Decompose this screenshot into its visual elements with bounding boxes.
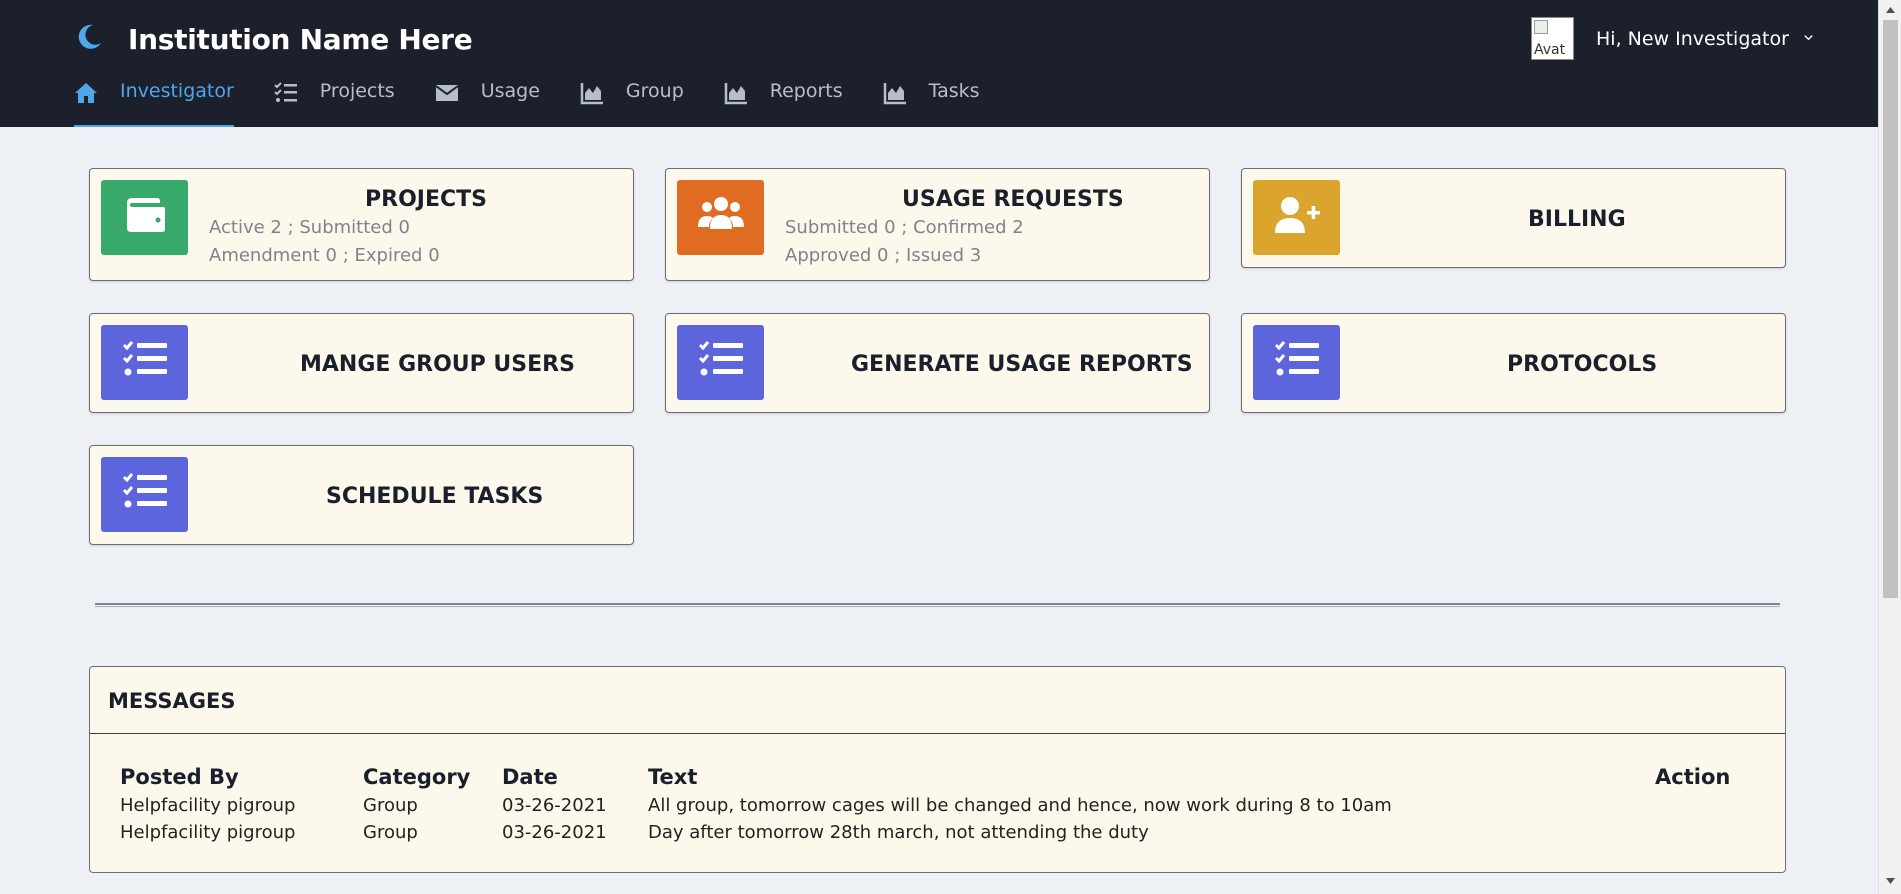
list-check-icon [119, 334, 171, 391]
usage-requests-card[interactable]: USAGE REQUESTS Submitted 0 ; Confirmed 2… [665, 168, 1210, 281]
nav-label: Usage [480, 80, 540, 102]
cell-date: 03-26-2021 [502, 822, 607, 843]
group-users-card[interactable]: MANGE GROUP USERS [89, 313, 634, 413]
nav-label: Projects [319, 80, 395, 102]
projects-status-line-1: Active 2 ; Submitted 0 [209, 217, 410, 238]
cell-text: All group, tomorrow cages will be change… [648, 795, 1392, 816]
billing-card[interactable]: BILLING [1241, 168, 1786, 268]
usage-requests-tile [677, 180, 764, 255]
cell-category: Group [363, 822, 418, 843]
nav-label: Tasks [928, 80, 980, 102]
user-greeting[interactable]: Hi, New Investigator [1596, 28, 1789, 50]
institution-name: Institution Name Here [128, 23, 473, 56]
card-title: GENERATE USAGE REPORTS [851, 352, 1193, 377]
table-header-row: Posted By Category Date Text Action [120, 765, 1770, 795]
section-divider [95, 603, 1780, 607]
area-chart-icon [724, 80, 770, 110]
messages-title: MESSAGES [90, 667, 1785, 734]
schedule-tasks-tile [101, 457, 188, 532]
card-title: SCHEDULE TASKS [326, 484, 544, 509]
scroll-thumb[interactable] [1883, 20, 1898, 598]
column-header-text: Text [648, 765, 698, 789]
nav-item-projects[interactable]: Projects [274, 80, 395, 127]
avatar[interactable]: Avat [1531, 17, 1574, 60]
chevron-down-icon[interactable] [1789, 30, 1814, 48]
area-chart-icon [883, 80, 929, 110]
column-header-date: Date [502, 765, 558, 789]
card-title: USAGE REQUESTS [902, 187, 1124, 212]
usage-reports-tile [677, 325, 764, 400]
protocols-card[interactable]: PROTOCOLS [1241, 313, 1786, 413]
billing-tile [1253, 180, 1340, 255]
checklist-icon [274, 80, 320, 110]
schedule-tasks-card[interactable]: SCHEDULE TASKS [89, 445, 634, 545]
envelope-icon [435, 80, 481, 110]
avatar-alt-text: Avat [1534, 42, 1566, 58]
main-nav: Investigator Projects Usage Group Report… [74, 80, 1020, 127]
cell-posted-by: Helpfacility pigroup [120, 822, 296, 843]
protocols-tile [1253, 325, 1340, 400]
users-icon [695, 189, 747, 246]
home-icon [74, 80, 120, 110]
projects-card[interactable]: PROJECTS Active 2 ; Submitted 0 Amendmen… [89, 168, 634, 281]
column-header-category: Category [363, 765, 471, 789]
cell-text: Day after tomorrow 28th march, not atten… [648, 822, 1149, 843]
group-users-tile [101, 325, 188, 400]
usage-status-line-2: Approved 0 ; Issued 3 [785, 245, 982, 266]
messages-table: Posted By Category Date Text Action Help… [120, 765, 1770, 849]
nav-item-investigator[interactable]: Investigator [74, 80, 234, 127]
page-scrollbar[interactable] [1878, 0, 1901, 894]
nav-item-usage[interactable]: Usage [435, 80, 540, 127]
list-check-icon [119, 466, 171, 523]
nav-label: Investigator [120, 80, 234, 102]
cell-date: 03-26-2021 [502, 795, 607, 816]
usage-status-line-1: Submitted 0 ; Confirmed 2 [785, 217, 1024, 238]
area-chart-icon [580, 80, 626, 110]
usage-reports-card[interactable]: GENERATE USAGE REPORTS [665, 313, 1210, 413]
wallet-icon [119, 189, 171, 246]
projects-status-line-2: Amendment 0 ; Expired 0 [209, 245, 440, 266]
scroll-down-arrow-icon[interactable] [1885, 877, 1896, 885]
card-title: MANGE GROUP USERS [300, 352, 575, 377]
table-row: Helpfacility pigroup Group 03-26-2021 Al… [120, 795, 1770, 822]
user-plus-icon [1271, 189, 1323, 246]
user-menu[interactable]: Avat Hi, New Investigator [1531, 17, 1814, 60]
card-title: PROTOCOLS [1507, 352, 1658, 377]
cell-category: Group [363, 795, 418, 816]
list-check-icon [695, 334, 747, 391]
column-header-action: Action [1655, 765, 1731, 789]
nav-label: Reports [769, 80, 843, 102]
column-header-posted-by: Posted By [120, 765, 239, 789]
moon-icon [74, 22, 104, 57]
messages-panel: MESSAGES Posted By Category Date Text Ac… [89, 666, 1786, 873]
card-title: BILLING [1528, 207, 1626, 232]
nav-item-reports[interactable]: Reports [724, 80, 843, 127]
broken-image-icon [1534, 20, 1548, 34]
scroll-up-arrow-icon[interactable] [1885, 6, 1896, 14]
top-navbar: Institution Name Here Avat Hi, New Inves… [0, 0, 1878, 127]
nav-item-group[interactable]: Group [580, 80, 684, 127]
projects-tile [101, 180, 188, 255]
table-row: Helpfacility pigroup Group 03-26-2021 Da… [120, 822, 1770, 849]
list-check-icon [1271, 334, 1323, 391]
nav-item-tasks[interactable]: Tasks [883, 80, 980, 127]
cell-posted-by: Helpfacility pigroup [120, 795, 296, 816]
nav-label: Group [625, 80, 684, 102]
card-title: PROJECTS [365, 187, 487, 212]
brand[interactable]: Institution Name Here [74, 22, 473, 57]
